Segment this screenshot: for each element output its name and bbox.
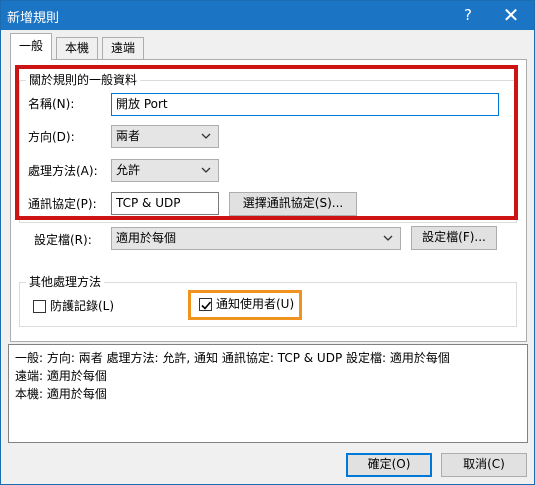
summary-line-general: 一般: 方向: 兩者 處理方法: 允許, 通知 通訊協定: TCP & UDP … xyxy=(15,351,450,365)
chevron-down-icon xyxy=(201,133,211,139)
action-label: 處理方法(A): xyxy=(28,164,98,178)
protocol-input[interactable]: TCP & UDP xyxy=(111,192,219,215)
protocol-label: 通訊協定(P): xyxy=(28,197,97,211)
chevron-down-icon xyxy=(383,235,393,241)
profile-button[interactable]: 設定檔(F)... xyxy=(411,226,497,250)
direction-value: 兩者 xyxy=(116,129,141,143)
direction-select[interactable]: 兩者 xyxy=(111,125,219,148)
tab-panel-general: 關於規則的一般資料 名稱(N): 開放 Port 方向(D): 兩者 處理方法(… xyxy=(10,59,527,342)
cancel-button[interactable]: 取消(C) xyxy=(441,453,527,477)
notify-user-checkbox[interactable] xyxy=(199,298,212,311)
checkmark-icon xyxy=(201,301,212,310)
log-checkbox[interactable] xyxy=(33,300,46,313)
select-protocol-button[interactable]: 選擇通訊協定(S)... xyxy=(229,192,357,216)
chevron-down-icon xyxy=(201,167,211,173)
other-handling-group-title: 其他處理方法 xyxy=(26,275,105,289)
rule-summary-box: 一般: 方向: 兩者 處理方法: 允許, 通知 通訊協定: TCP & UDP … xyxy=(8,344,528,443)
profile-value: 適用於每個 xyxy=(116,231,177,245)
tab-remote[interactable]: 遠端 xyxy=(102,37,145,59)
ok-button[interactable]: 確定(O) xyxy=(346,453,432,477)
name-label: 名稱(N): xyxy=(28,97,75,111)
summary-line-remote: 遠端: 適用於每個 xyxy=(15,369,107,383)
profile-select[interactable]: 適用於每個 xyxy=(111,227,401,250)
action-value: 允許 xyxy=(116,163,141,177)
help-button[interactable]: ? xyxy=(448,1,488,30)
name-input[interactable]: 開放 Port xyxy=(111,93,499,116)
notify-user-label[interactable]: 通知使用者(U) xyxy=(216,296,294,312)
title-bar[interactable]: 新增規則 ? ✕ xyxy=(1,1,534,30)
general-info-group-title: 關於規則的一般資料 xyxy=(26,73,141,87)
close-button[interactable]: ✕ xyxy=(488,1,534,30)
action-select[interactable]: 允許 xyxy=(111,159,219,182)
tab-general[interactable]: 一般 xyxy=(10,33,53,60)
summary-line-local: 本機: 適用於每個 xyxy=(15,387,107,401)
new-rule-dialog: 新增規則 ? ✕ 一般 本機 遠端 關於規則的一般資料 名稱(N): 開放 Po… xyxy=(0,0,535,485)
window-title: 新增規則 xyxy=(7,11,60,26)
profile-label: 設定檔(R): xyxy=(34,233,92,247)
tab-local[interactable]: 本機 xyxy=(56,37,99,59)
log-label[interactable]: 防護記錄(L) xyxy=(50,298,114,314)
direction-label: 方向(D): xyxy=(28,130,75,144)
